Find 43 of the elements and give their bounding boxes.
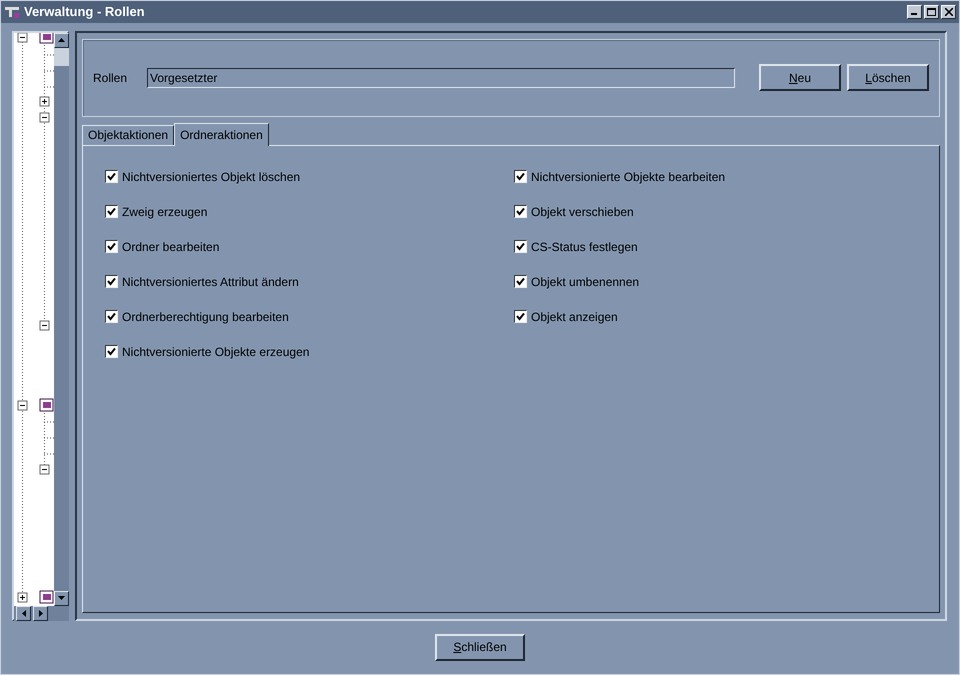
checkbox[interactable]: [105, 170, 118, 184]
checkbox[interactable]: [105, 345, 118, 358]
vertical-scrollbar[interactable]: [54, 32, 69, 606]
scrollbar-thumb[interactable]: [54, 48, 69, 66]
maximize-icon: [927, 8, 936, 16]
new-button[interactable]: Neu: [759, 64, 841, 92]
right-arrow-icon: [38, 610, 42, 617]
close-dialog-button[interactable]: Schließen: [435, 634, 525, 661]
checkbox-label: Nichtversionierte Objekte erzeugen: [122, 344, 310, 359]
horizontal-scrollbar[interactable]: [14, 606, 69, 621]
tab[interactable]: Ordneraktionen: [174, 122, 269, 146]
checkbox-label: Objekt anzeigen: [531, 310, 618, 324]
minimize-button[interactable]: [907, 4, 922, 19]
up-arrow-icon: [58, 38, 65, 42]
delete-button[interactable]: Löschen: [847, 64, 929, 92]
close-button[interactable]: [941, 4, 956, 19]
checkbox[interactable]: [514, 205, 527, 218]
checkbox-label: Objekt umbenennen: [531, 274, 640, 289]
checkbox[interactable]: [514, 240, 527, 254]
checkbox[interactable]: [105, 310, 118, 324]
down-arrow-icon: [58, 596, 65, 600]
maximize-button[interactable]: [924, 4, 939, 19]
checkbox-label: Nichtversioniertes Objekt löschen: [122, 170, 300, 184]
close-icon: [944, 8, 952, 16]
checkbox-label: CS-Status festlegen: [531, 240, 638, 254]
checkbox-label: Zweig erzeugen: [122, 204, 208, 219]
checkbox[interactable]: [514, 170, 527, 184]
tab[interactable]: Objektaktionen: [82, 124, 174, 145]
checkbox[interactable]: [105, 205, 118, 218]
checkbox[interactable]: [514, 275, 527, 288]
checkbox-label: Nichtversioniertes Attribut ändern: [122, 274, 299, 289]
checkbox[interactable]: [105, 240, 118, 254]
checkbox-label: Ordner bearbeiten: [122, 240, 220, 254]
left-arrow-icon: [22, 610, 26, 617]
checkbox-label: Nichtversionierte Objekte bearbeiten: [531, 170, 726, 184]
checkbox-label: Objekt verschieben: [531, 204, 634, 219]
window-title: Verwaltung - Rollen: [24, 4, 145, 20]
role-field[interactable]: Vorgesetzter: [147, 68, 736, 88]
checkbox-label: Ordnerberechtigung bearbeiten: [122, 310, 289, 324]
role-label: Rollen: [93, 70, 128, 85]
checkbox[interactable]: [105, 275, 118, 288]
checkbox[interactable]: [514, 310, 527, 324]
tools-icon: [4, 4, 20, 19]
